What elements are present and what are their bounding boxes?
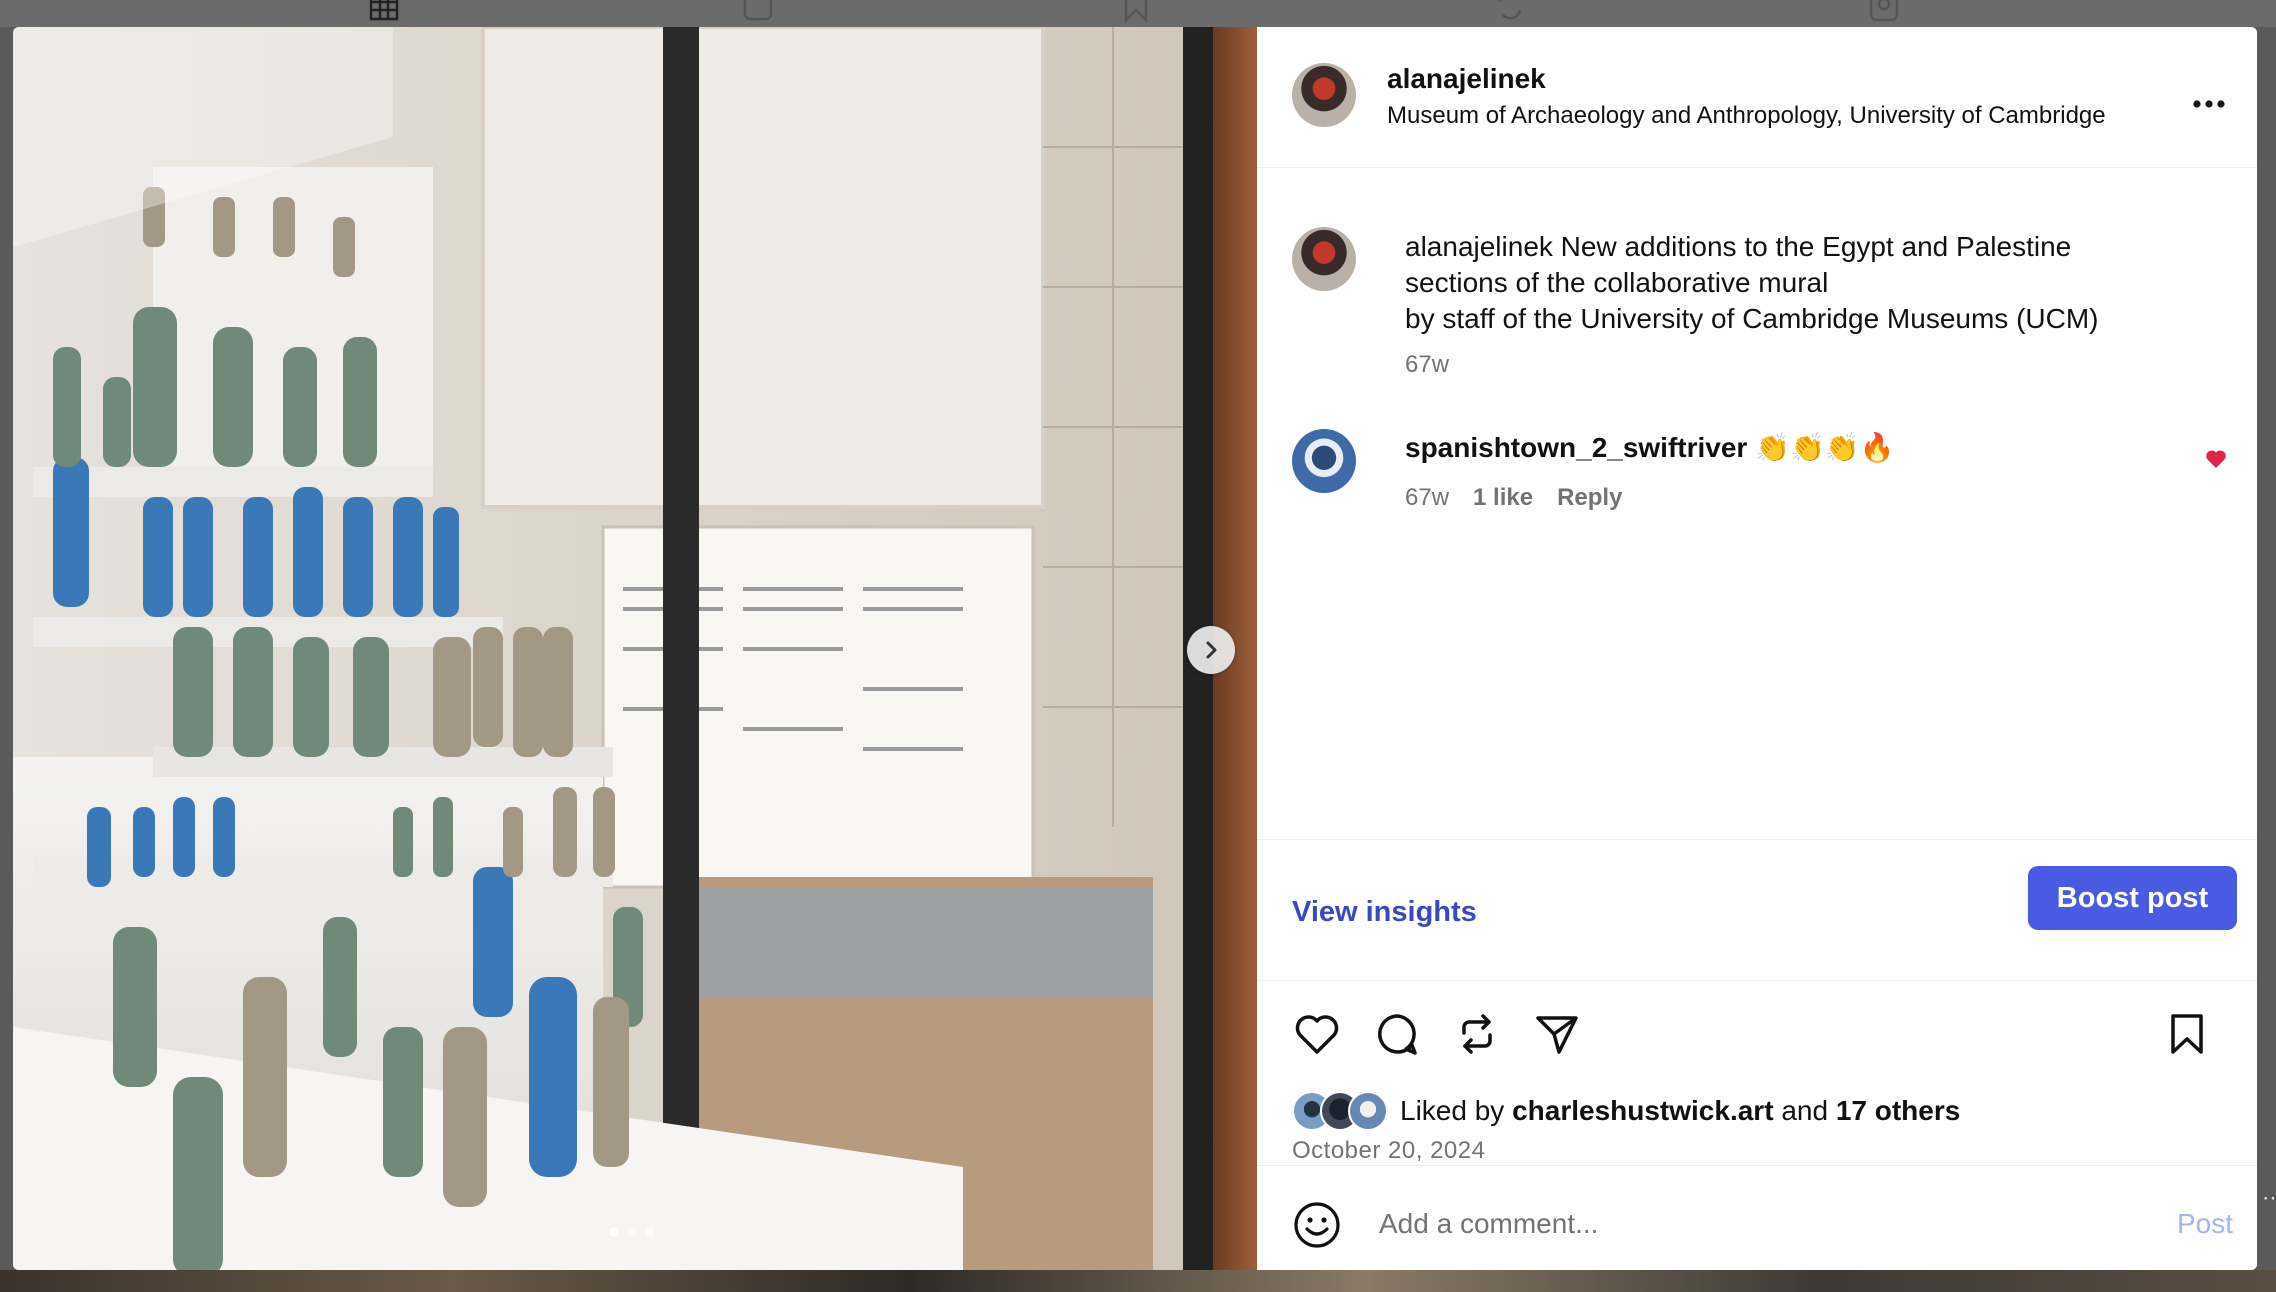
reels-icon [740, 0, 776, 24]
liked-by-row: Liked by charleshustwick.art and 17 othe… [1292, 1091, 1960, 1131]
grid-icon [366, 0, 402, 24]
comments-section: alanajelinek New additions to the Egypt … [1257, 167, 2257, 867]
post-side-panel: alanajelinek Museum of Archaeology and A… [1257, 27, 2257, 1270]
post-location[interactable]: Museum of Archaeology and Anthropology, … [1387, 102, 2106, 130]
post-header: alanajelinek Museum of Archaeology and A… [1257, 27, 2257, 168]
send-icon [1536, 1016, 1578, 1054]
save-button[interactable] [2162, 1009, 2212, 1059]
bookmark-icon [2171, 1014, 2203, 1054]
more-options-icon[interactable] [2189, 97, 2229, 111]
author-avatar[interactable] [1292, 63, 1356, 127]
likes-others-link[interactable]: 17 others [1836, 1095, 1961, 1126]
insights-bar: View insights Boost post [1257, 839, 2257, 981]
reply-button[interactable]: Reply [1557, 484, 1622, 512]
post-dialog: alanajelinek Museum of Archaeology and A… [13, 27, 2257, 1270]
comment-text: 👏👏👏🔥 [1755, 432, 1895, 463]
carousel-dot-1 [609, 1227, 619, 1237]
comment-button[interactable] [1372, 1009, 1422, 1059]
comment-like-heart-icon[interactable] [2204, 447, 2228, 471]
carousel-dot-2 [627, 1227, 637, 1237]
heart-icon [1295, 1015, 1339, 1054]
carousel-dot-3 [645, 1227, 655, 1237]
caption-author-avatar[interactable] [1292, 227, 1356, 291]
commenter-username[interactable]: spanishtown_2_swiftriver [1405, 432, 1747, 463]
liker-avatar[interactable] [1348, 1091, 1388, 1131]
caption-line-2: sections of the collaborative mural [1405, 267, 1829, 298]
like-button[interactable] [1292, 1009, 1342, 1059]
background-more-icon: ⋯ [2262, 1185, 2276, 1210]
comment-composer: Post [1257, 1165, 2257, 1270]
carousel-indicator [609, 1227, 655, 1237]
saved-icon [1118, 0, 1154, 24]
view-insights-link[interactable]: View insights [1292, 896, 1477, 929]
author-username[interactable]: alanajelinek [1387, 63, 1546, 95]
comment-meta: 67w 1 like Reply [1405, 484, 1622, 512]
next-slide-button[interactable] [1187, 626, 1235, 674]
chevron-right-icon [1206, 641, 1217, 659]
museum-display-photo [13, 27, 1257, 1270]
post-date[interactable]: October 20, 2024 [1292, 1137, 1485, 1165]
commenter-avatar[interactable] [1292, 429, 1356, 493]
comment-bubble-icon [1378, 1014, 1417, 1055]
comment-input[interactable] [1377, 1198, 2081, 1250]
liked-by-prefix: Liked by [1400, 1095, 1505, 1126]
background-grid-row [0, 1270, 2276, 1292]
repost-button[interactable] [1452, 1009, 1502, 1059]
comment-likes-count[interactable]: 1 like [1473, 484, 1533, 512]
post-comment-button[interactable]: Post [2177, 1208, 2233, 1240]
tagged-icon [1866, 0, 1902, 24]
reposts-icon [1492, 0, 1528, 24]
caption-line-3: by staff of the University of Cambridge … [1405, 303, 2099, 334]
share-button[interactable] [1532, 1009, 1582, 1059]
caption-timestamp[interactable]: 67w [1405, 351, 1449, 379]
caption-line-1: New additions to the Egypt and Palestine [1560, 231, 2072, 262]
post-caption: alanajelinek New additions to the Egypt … [1405, 229, 2205, 337]
post-actions: Liked by charleshustwick.art and 17 othe… [1257, 979, 2257, 1164]
background-profile-tabs [0, 0, 2276, 27]
repost-icon [1462, 1014, 1492, 1054]
comment-timestamp[interactable]: 67w [1405, 484, 1449, 512]
emoji-icon[interactable] [1292, 1200, 1342, 1250]
boost-post-button[interactable]: Boost post [2028, 866, 2237, 930]
comment-body: spanishtown_2_swiftriver 👏👏👏🔥 [1405, 431, 1895, 464]
liked-by-text: Liked by charleshustwick.art and 17 othe… [1400, 1095, 1960, 1127]
post-media[interactable] [13, 27, 1257, 1270]
liked-by-user[interactable]: charleshustwick.art [1512, 1095, 1773, 1126]
liked-by-and: and [1781, 1095, 1829, 1126]
caption-username[interactable]: alanajelinek [1405, 231, 1553, 262]
